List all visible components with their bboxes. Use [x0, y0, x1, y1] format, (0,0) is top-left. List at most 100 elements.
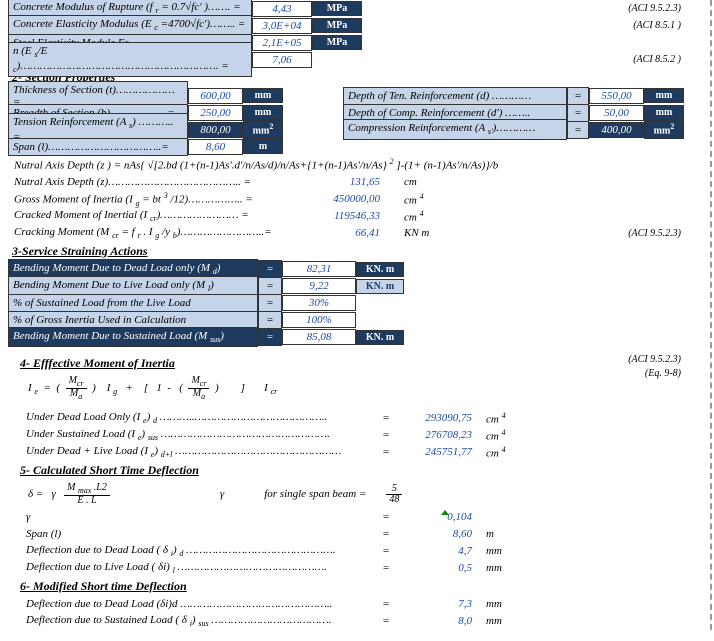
service-action-label: Bending Moment Due to Sustained Load (M …: [8, 327, 258, 347]
plain-value: 245751,77: [396, 445, 474, 459]
equals-sign: =: [376, 446, 396, 458]
unit-cell: KN. m: [356, 279, 404, 294]
service-action-value: 100%: [282, 312, 356, 328]
unit-cell: m: [243, 139, 283, 154]
equals-sign: =: [258, 311, 282, 329]
material-value: 3,0E+04: [252, 18, 312, 34]
aci-ref: (ACI 8.5.2 ): [633, 54, 681, 65]
plain-label: Deflection due to Sustained Load ( δ i) …: [8, 612, 376, 630]
calc-label: Cracked Moment of Inertial (I cr)……………………: [8, 207, 298, 225]
equals-sign: =: [376, 615, 396, 627]
section-prop-value: 50,00: [589, 105, 644, 121]
material-label: n (E s/E c)……………………………………………………. =: [8, 42, 252, 76]
plain-value: 293090,75: [396, 411, 474, 425]
plain-unit: cm 4: [474, 428, 522, 443]
calc-unit: KN m: [382, 227, 436, 239]
unit-cell: MPa: [312, 1, 362, 16]
calc-unit: cm: [382, 176, 436, 188]
equals-sign: =: [567, 121, 589, 139]
equals-sign: =: [376, 412, 396, 424]
section-4-header: 4- Efffective Moment of Inertia: [8, 354, 706, 373]
section-prop-value: 250,00: [188, 105, 243, 121]
plain-unit: cm 4: [474, 411, 522, 426]
unit-cell: mm: [644, 105, 684, 120]
equals-sign: =: [376, 545, 396, 557]
material-value: 4,43: [252, 1, 312, 17]
section-5-header: 5- Calculated Short Time Deflection: [8, 461, 706, 480]
plain-label: Under Dead Load Only (I e) d ………..…………………: [8, 409, 376, 427]
plain-label: Deflection due to Dead Load (δi)d …………………: [8, 596, 376, 612]
plain-value: 8,0: [396, 614, 474, 628]
section-prop-label: Depth of Ten. Reinforcement (d) …………: [343, 87, 567, 105]
plain-label: γ: [8, 509, 376, 525]
section-prop-value: 800,00: [188, 122, 243, 138]
service-action-value: 30%: [282, 295, 356, 311]
section-prop-value: 550,00: [589, 88, 644, 104]
calc-unit: cm 4: [382, 209, 436, 224]
plain-label: Span (l): [8, 526, 376, 542]
unit-cell: mm2: [243, 120, 283, 138]
equation-ref: (Eq. 9-8): [645, 368, 681, 379]
unit-cell: MPa: [312, 35, 362, 50]
equals-sign: =: [567, 87, 589, 105]
equals-sign: =: [376, 562, 396, 574]
calc-value: 450000,00: [298, 192, 382, 206]
plain-value: 8,60: [396, 527, 474, 541]
section-prop-value: 400,00: [589, 122, 644, 138]
plain-unit: mm: [474, 615, 522, 627]
plain-label: Deflection due to Dead Load ( δ i) d …………: [8, 542, 376, 560]
ie-formula: I e = ( McrMa ) I g + [ 1 - ( McrMa ) ] …: [8, 373, 706, 404]
equals-sign: =: [376, 511, 396, 523]
plain-value: 0,5: [396, 561, 474, 575]
plain-unit: mm: [474, 598, 522, 610]
plain-unit: mm: [474, 545, 522, 557]
unit-cell: MPa: [312, 18, 362, 33]
calc-unit: cm 4: [382, 192, 436, 207]
neutral-axis-equation: Nutral Axis Depth (z ) = nAs{ √[2.bd (1+…: [8, 155, 706, 174]
plain-label: Under Dead + Live Load (I e) d+l ……………………: [8, 443, 376, 461]
equals-sign: =: [258, 277, 282, 295]
plain-value: 276708,23: [396, 428, 474, 442]
plain-label: Deflection due to Live Load ( δi) l ……………: [8, 559, 376, 577]
equals-sign: =: [567, 104, 589, 122]
aci-ref: (ACI 9.5.2.3): [628, 354, 681, 365]
aci-ref: (ACI 9.5.2.3): [628, 3, 681, 14]
calc-value: 119546,33: [298, 209, 382, 223]
section-prop-value: 8,60: [188, 139, 243, 155]
plain-unit: m: [474, 528, 522, 540]
plain-value: 7,3: [396, 597, 474, 611]
service-action-value: 85,08: [282, 329, 356, 345]
unit-cell: mm: [243, 105, 283, 120]
aci-ref: (ACI 8.5.1 ): [633, 20, 681, 31]
section-prop-label: Span (l)……………………………..=: [8, 138, 188, 156]
section-6-header: 6- Modified Short time Deflection: [8, 577, 706, 596]
section-3-header: 3-Service Straining Actions: [8, 242, 706, 261]
service-action-value: 82,31: [282, 261, 356, 277]
material-value: 7,06: [252, 52, 312, 68]
delta-formula: δ = γ M max .L2E . L γ for single span b…: [8, 480, 706, 509]
unit-cell: KN. m: [356, 262, 404, 277]
equals-sign: =: [258, 260, 282, 278]
service-action-value: 9,22: [282, 278, 356, 294]
section-prop-label: Compression Reinforcement (A s')…………: [343, 119, 567, 139]
section-prop-value: 600,00: [188, 88, 243, 104]
plain-label: Under Sustained Load (I e) sus …………………………: [8, 426, 376, 444]
equals-sign: =: [376, 429, 396, 441]
material-value: 2,1E+05: [252, 35, 312, 51]
equals-sign: =: [376, 598, 396, 610]
calc-value: 131,65: [298, 175, 382, 189]
unit-cell: mm: [644, 88, 684, 103]
aci-ref: (ACI 9.5.2.3): [628, 228, 681, 239]
unit-cell: mm2: [644, 120, 684, 138]
equals-sign: =: [258, 294, 282, 312]
plain-value: 0,104: [396, 510, 474, 524]
unit-cell: mm: [243, 88, 283, 103]
calc-value: 66,41: [298, 226, 382, 240]
equals-sign: =: [376, 528, 396, 540]
unit-cell: KN. m: [356, 330, 404, 345]
equals-sign: =: [258, 328, 282, 346]
calc-label: Cracking Moment (M cr = f r . I g /y b)……: [8, 224, 298, 242]
plain-unit: mm: [474, 562, 522, 574]
plain-value: 4,7: [396, 544, 474, 558]
service-action-label: % of Sustained Load from the Live Load: [8, 294, 258, 312]
